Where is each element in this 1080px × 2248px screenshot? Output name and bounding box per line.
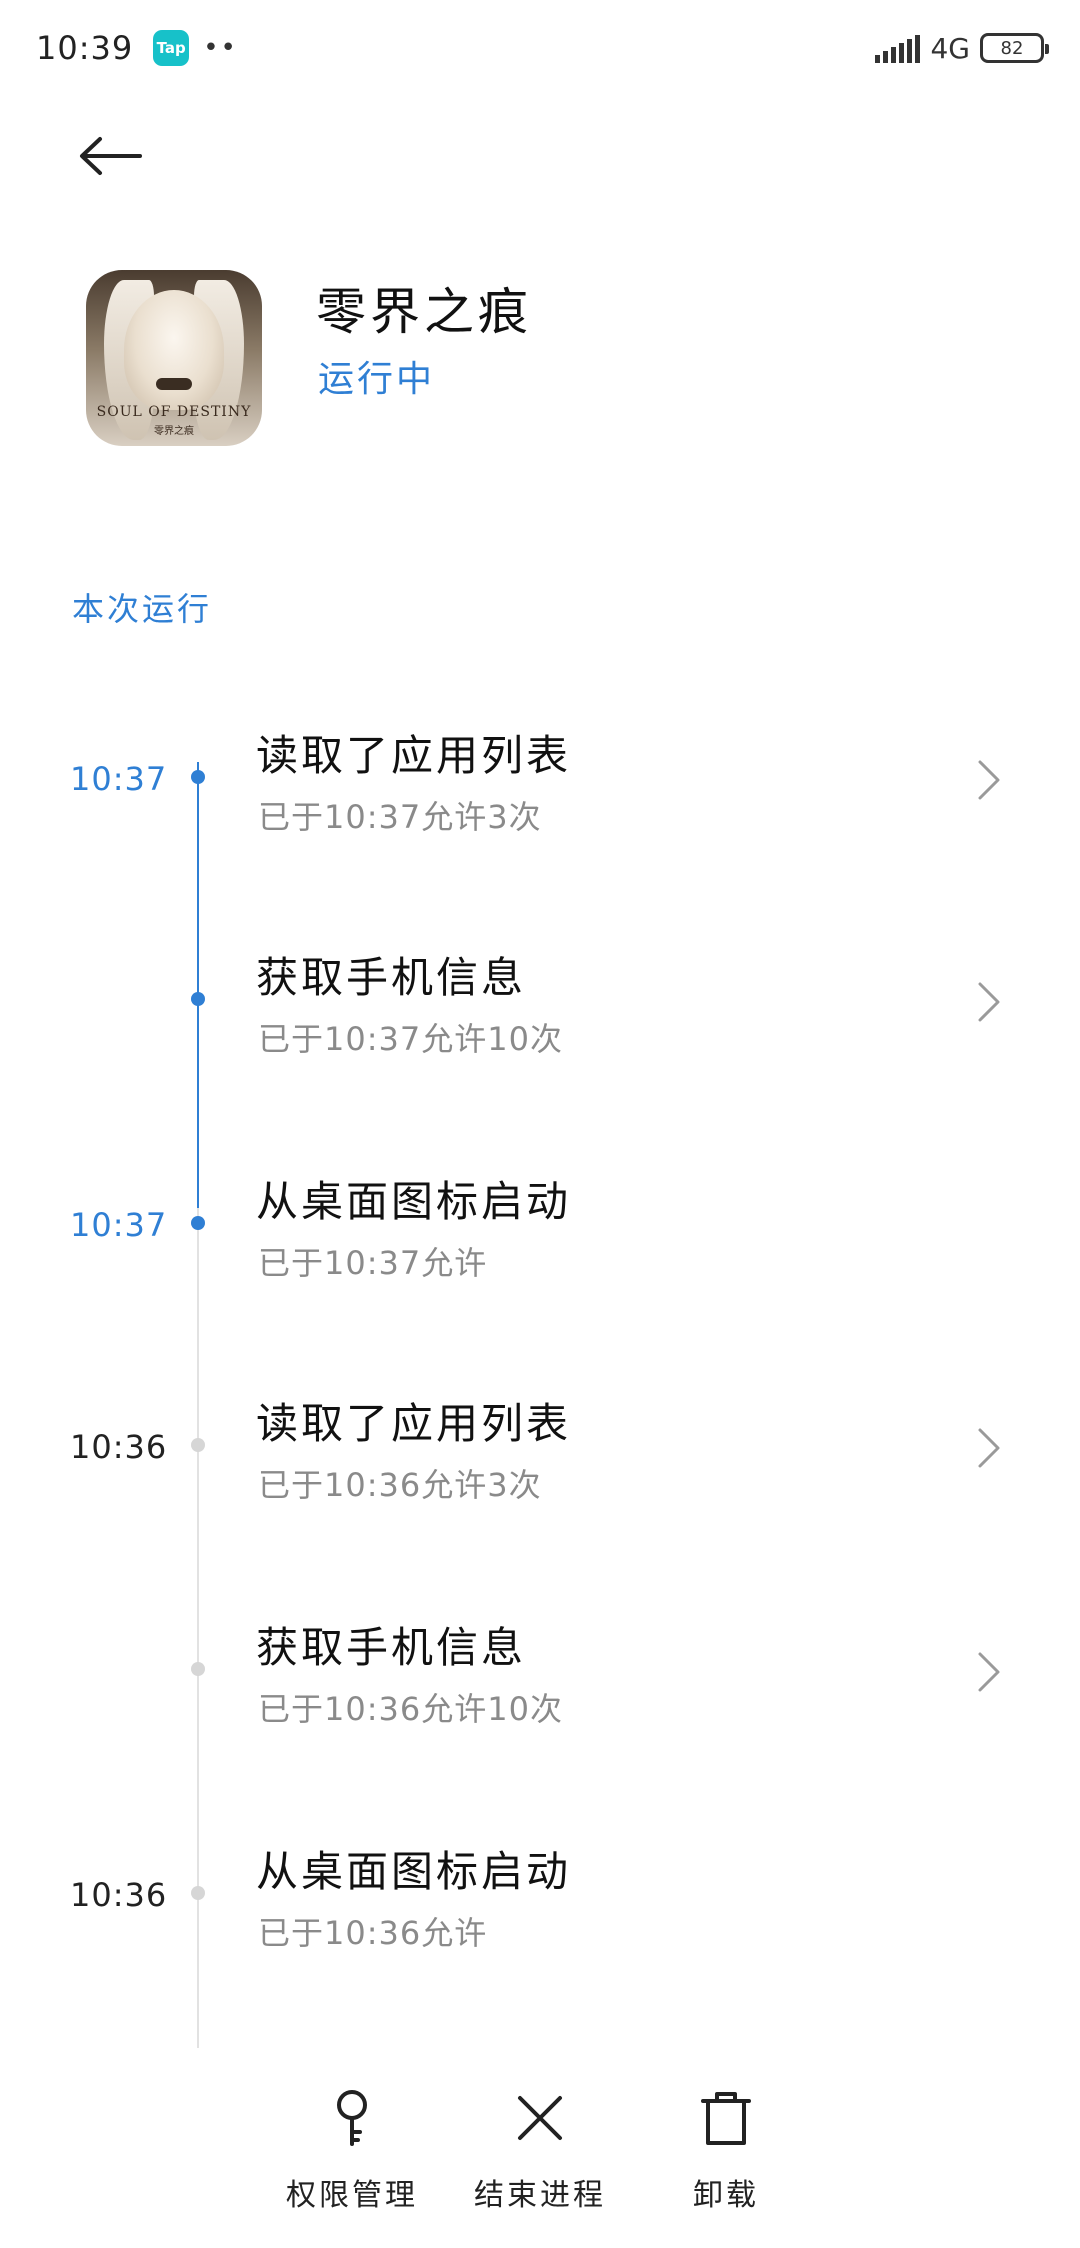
uninstall-label: 卸载 <box>693 2178 759 2213</box>
event-time: 10:37 <box>70 1206 168 1244</box>
notification-dots: •• <box>203 33 238 63</box>
app-run-record-page: 10:39 Tap •• 4G 82 SOUL OF DESTINY 零界之痕 … <box>0 0 1080 2248</box>
uninstall-button[interactable]: 卸载 <box>636 2088 816 2228</box>
permission-management-label: 权限管理 <box>286 2178 418 2213</box>
back-arrow-icon <box>80 137 142 175</box>
event-subtitle: 已于10:36允许3次 <box>258 1466 542 1504</box>
event-title: 从桌面图标启动 <box>256 1177 572 1226</box>
tap-app-icon: Tap <box>153 30 190 66</box>
event-subtitle: 已于10:36允许 <box>258 1914 488 1952</box>
timeline-dot <box>191 1886 205 1900</box>
event-title: 获取手机信息 <box>256 1623 527 1672</box>
event-time: 10:36 <box>70 1876 168 1914</box>
key-icon <box>322 2088 382 2148</box>
timeline-event-get-phone-info[interactable]: 获取手机信息 已于10:36允许10次 <box>0 1592 1080 1752</box>
chevron-right-icon <box>978 1652 1000 1692</box>
app-name: 零界之痕 <box>316 283 532 341</box>
chevron-right-icon <box>978 760 1000 800</box>
trash-icon <box>696 2088 756 2148</box>
event-title: 从桌面图标启动 <box>256 1847 572 1896</box>
status-indicators: 4G 82 <box>875 31 1049 65</box>
status-time: 10:39 <box>36 29 134 67</box>
timeline-event-launch-from-icon: 10:37 从桌面图标启动 已于10:37允许 <box>0 1146 1080 1306</box>
bottom-action-bar: 权限管理 结束进程 卸载 <box>0 2068 1080 2248</box>
battery-level: 82 <box>1000 37 1024 59</box>
event-subtitle: 已于10:37允许 <box>258 1244 488 1282</box>
timeline-dot <box>191 1662 205 1676</box>
status-bar: 10:39 Tap •• 4G 82 <box>0 0 1080 96</box>
chevron-right-icon <box>978 982 1000 1022</box>
network-type: 4G <box>930 31 970 65</box>
chevron-right-icon <box>978 1428 1000 1468</box>
section-title-current-run: 本次运行 <box>72 590 213 628</box>
timeline-event-launch-from-icon: 10:36 从桌面图标启动 已于10:36允许 <box>0 1816 1080 1976</box>
event-title: 读取了应用列表 <box>256 731 572 780</box>
end-process-button[interactable]: 结束进程 <box>450 2088 630 2228</box>
event-subtitle: 已于10:36允许10次 <box>258 1690 563 1728</box>
timeline-dot <box>191 770 205 784</box>
app-icon: SOUL OF DESTINY 零界之痕 <box>86 270 262 446</box>
event-subtitle: 已于10:37允许10次 <box>258 1020 563 1058</box>
signal-icon <box>875 33 921 63</box>
timeline-event-read-app-list[interactable]: 10:37 读取了应用列表 已于10:37允许3次 <box>0 700 1080 860</box>
end-process-label: 结束进程 <box>474 2178 606 2213</box>
close-icon <box>510 2088 570 2148</box>
app-icon-logo-subtext: 零界之痕 <box>154 426 194 437</box>
timeline-dot <box>191 992 205 1006</box>
timeline-event-get-phone-info[interactable]: 获取手机信息 已于10:37允许10次 <box>0 922 1080 1082</box>
timeline-event-read-app-list[interactable]: 10:36 读取了应用列表 已于10:36允许3次 <box>0 1368 1080 1528</box>
event-subtitle: 已于10:37允许3次 <box>258 798 542 836</box>
timeline-dot <box>191 1216 205 1230</box>
event-title: 获取手机信息 <box>256 953 527 1002</box>
event-time: 10:37 <box>70 760 168 798</box>
event-title: 读取了应用列表 <box>256 1399 572 1448</box>
app-running-status: 运行中 <box>318 359 436 400</box>
permission-management-button[interactable]: 权限管理 <box>262 2088 442 2228</box>
timeline-dot <box>191 1438 205 1452</box>
battery-icon: 82 <box>980 33 1049 63</box>
app-icon-logo-text: SOUL OF DESTINY <box>96 404 252 420</box>
event-time: 10:36 <box>70 1428 168 1466</box>
back-button[interactable] <box>78 120 158 192</box>
